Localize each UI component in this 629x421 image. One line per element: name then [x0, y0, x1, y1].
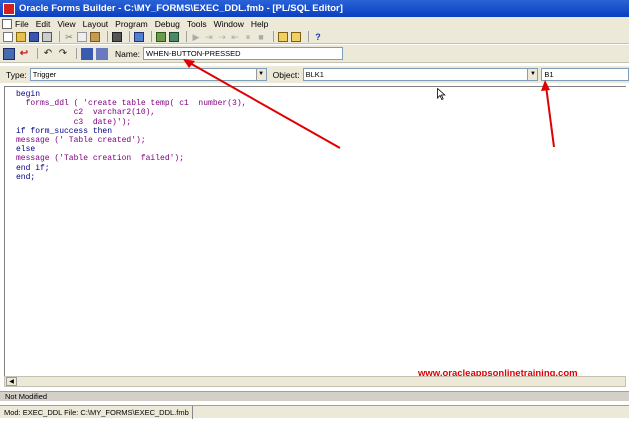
code-line[interactable]: message (' Table created'); [16, 136, 246, 145]
wizard-icon[interactable] [278, 31, 288, 42]
title-bar: Oracle Forms Builder - C:\MY_FORMS\EXEC_… [0, 0, 629, 17]
revert-icon[interactable]: ↩ [18, 48, 30, 60]
toolbar-separator [37, 48, 38, 59]
horizontal-scrollbar[interactable]: ◀ [4, 376, 626, 387]
save-icon[interactable] [29, 31, 39, 42]
trigger-name-field[interactable]: WHEN-BUTTON-PRESSED [143, 47, 344, 60]
pause-icon[interactable]: ⏸ [243, 32, 253, 42]
code-line[interactable]: forms_ddl ( 'create table temp( c1 numbe… [16, 99, 247, 108]
menu-view[interactable]: View [57, 19, 75, 29]
object-select[interactable]: BLK1 ▼ [302, 68, 539, 81]
chevron-down-icon[interactable]: ▼ [255, 69, 266, 80]
toolbar-separator [186, 31, 187, 42]
compile-plsql-icon[interactable] [3, 47, 15, 60]
code-line[interactable]: else [16, 145, 246, 154]
connect-icon[interactable] [112, 31, 122, 42]
indent-icon[interactable] [81, 47, 93, 60]
code-line[interactable]: c3 date)'); [16, 118, 246, 127]
code-line[interactable]: end if; [16, 164, 246, 173]
compile-all-icon[interactable] [169, 31, 179, 42]
code-line[interactable]: c2 varchar2(10), [16, 108, 246, 117]
mouse-cursor-icon [437, 88, 446, 100]
name-label: Name: [115, 48, 141, 59]
module-file-status: Mod: EXEC_DDL File: C:\MY_FORMS\EXEC_DDL… [4, 406, 193, 419]
layout-wizard-icon[interactable] [291, 31, 301, 42]
menu-debug[interactable]: Debug [155, 19, 180, 29]
step-out-icon[interactable]: ⇤ [230, 32, 240, 42]
run-form-icon[interactable] [134, 31, 144, 42]
menu-tools[interactable]: Tools [187, 19, 207, 29]
context-bar: Type: Trigger ▼ Object: BLK1 ▼ B1 [0, 66, 629, 83]
menu-edit[interactable]: Edit [36, 19, 51, 29]
code-line[interactable]: end; [16, 173, 246, 182]
undo-icon[interactable]: ↶ [42, 48, 54, 60]
object-value: BLK1 [305, 70, 324, 79]
type-label: Type: [6, 69, 27, 80]
stop-icon[interactable]: ■ [256, 32, 266, 42]
menu-window[interactable]: Window [214, 19, 244, 29]
compile-icon[interactable] [156, 31, 166, 42]
type-value: Trigger [32, 70, 57, 79]
oracle-forms-icon [3, 2, 15, 15]
item-value: B1 [544, 70, 554, 79]
copy-icon[interactable] [77, 31, 87, 42]
toolbar-separator [151, 31, 152, 42]
help-icon[interactable]: ? [313, 32, 323, 42]
main-toolbar: ✂ ▶ ⇥ ⇢ ⇤ ⏸ ■ ? [0, 30, 629, 44]
paste-icon[interactable] [90, 31, 100, 42]
menu-layout[interactable]: Layout [83, 19, 109, 29]
new-icon[interactable] [3, 31, 13, 42]
toolbar-separator [129, 31, 130, 42]
print-icon[interactable] [42, 31, 52, 42]
cut-icon[interactable]: ✂ [64, 32, 74, 42]
menu-file[interactable]: File [15, 19, 29, 29]
step-into-icon[interactable]: ⇥ [204, 32, 214, 42]
menu-program[interactable]: Program [115, 19, 148, 29]
module-status-bar: Mod: EXEC_DDL File: C:\MY_FORMS\EXEC_DDL… [0, 405, 629, 419]
modified-status: Not Modified [0, 391, 629, 401]
code-line[interactable]: begin [16, 90, 246, 99]
menu-bar: File Edit View Layout Program Debug Tool… [0, 17, 629, 30]
chevron-down-icon[interactable]: ▼ [527, 69, 538, 80]
document-icon[interactable] [2, 18, 12, 29]
code-block[interactable]: begin forms_ddl ( 'create table temp( c1… [16, 90, 246, 182]
scroll-left-icon[interactable]: ◀ [6, 377, 17, 386]
object-label: Object: [272, 69, 300, 80]
toolbar-separator [107, 31, 108, 42]
plsql-editor-toolbar: ↩ ↶ ↷ Name: WHEN-BUTTON-PRESSED [0, 45, 629, 63]
toolbar-separator [76, 48, 77, 59]
window-title: Oracle Forms Builder - C:\MY_FORMS\EXEC_… [19, 3, 343, 14]
code-line[interactable]: message ('Table creation failed'); [16, 154, 246, 163]
step-over-icon[interactable]: ⇢ [217, 32, 227, 42]
toolbar-separator [59, 31, 60, 42]
code-editor[interactable]: begin forms_ddl ( 'create table temp( c1… [4, 86, 626, 376]
redo-icon[interactable]: ↷ [57, 48, 69, 60]
debug-go-icon[interactable]: ▶ [191, 32, 201, 42]
open-icon[interactable] [16, 31, 26, 42]
toolbar-separator [273, 31, 274, 42]
menu-help[interactable]: Help [251, 19, 268, 29]
toolbar-separator [308, 31, 309, 42]
code-line[interactable]: if form_success then [16, 127, 246, 136]
outdent-icon[interactable] [96, 47, 108, 60]
item-select[interactable]: B1 [541, 68, 629, 81]
type-select[interactable]: Trigger ▼ [29, 68, 267, 81]
